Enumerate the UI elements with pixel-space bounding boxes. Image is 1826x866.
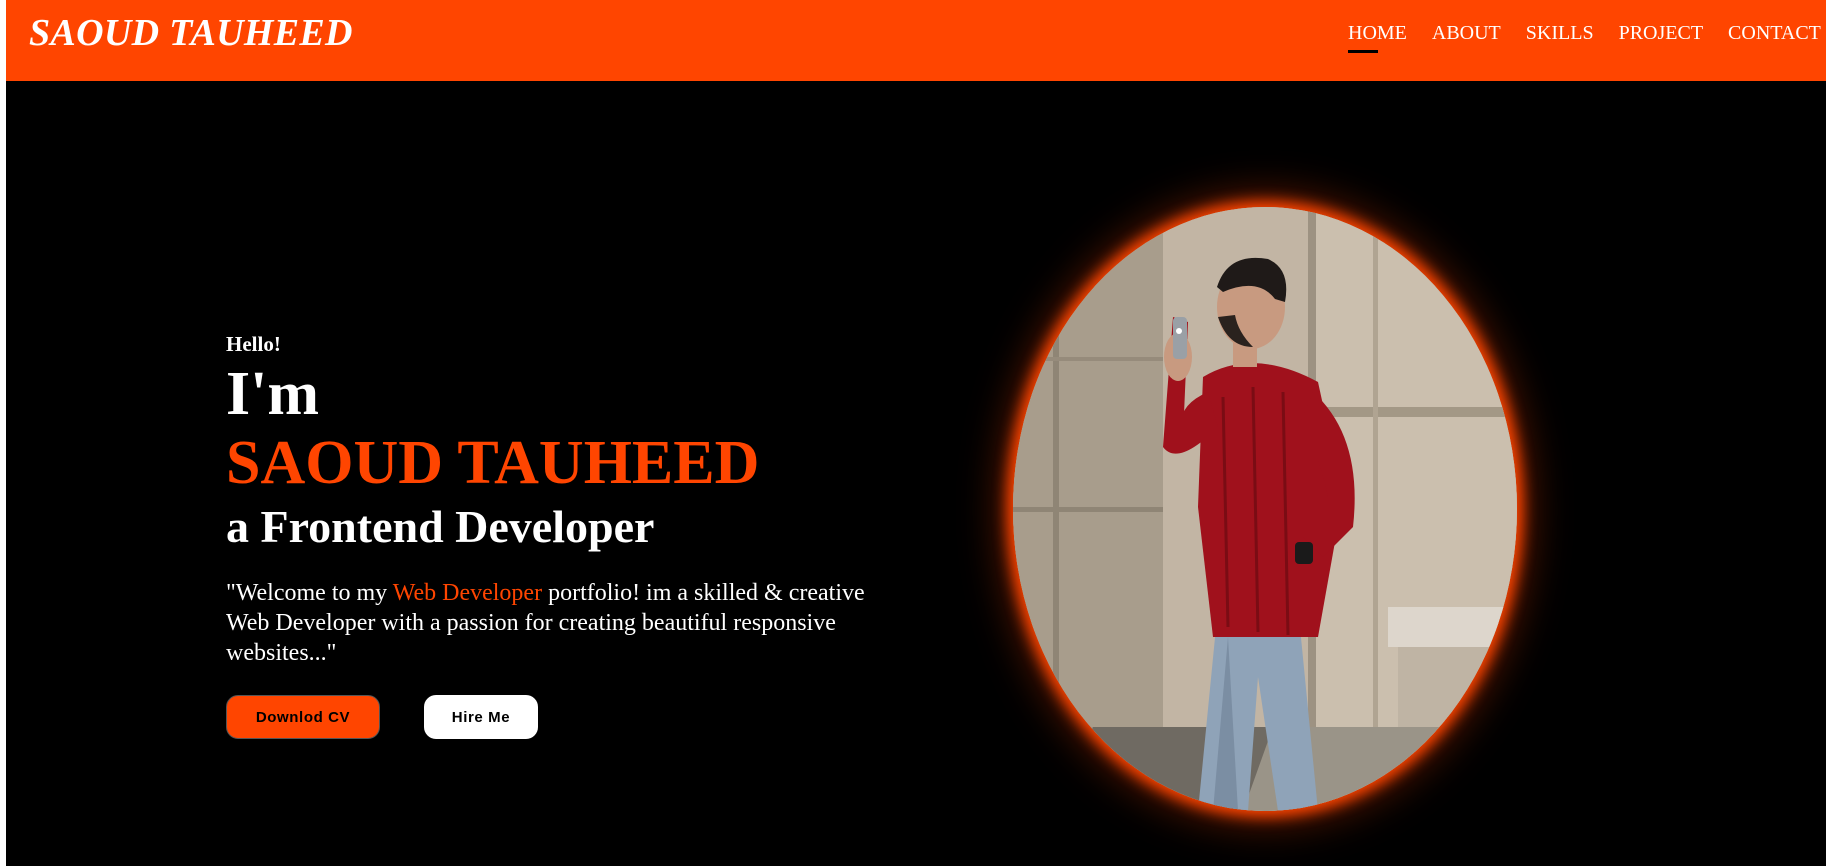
nav-about[interactable]: ABOUT [1432, 22, 1501, 49]
site-logo[interactable]: SAOUD TAUHEED [29, 11, 353, 55]
nav-contact[interactable]: CONTACT [1728, 22, 1821, 49]
hero-greeting: Hello! [226, 332, 281, 356]
nav-skills[interactable]: SKILLS [1526, 22, 1594, 49]
hire-me-button[interactable]: Hire Me [424, 695, 538, 739]
description-text-before: "Welcome to my [226, 580, 393, 606]
hero-description: "Welcome to my Web Developer portfolio! … [226, 578, 866, 668]
nav-project[interactable]: PROJECT [1619, 22, 1703, 49]
nav-home[interactable]: HOME [1348, 22, 1407, 53]
hero-buttons: Downlod CV Hire Me [226, 695, 866, 739]
navbar: SAOUD TAUHEED HOME ABOUT SKILLS PROJECT … [6, 0, 1826, 81]
download-cv-button[interactable]: Downlod CV [226, 695, 380, 739]
main-nav: HOME ABOUT SKILLS PROJECT CONTACT [1348, 22, 1821, 53]
hero-name: SAOUD TAUHEED [226, 429, 760, 497]
hero-role: a Frontend Developer [226, 501, 655, 552]
profile-photo-icon [1013, 207, 1517, 811]
description-highlight: Web Developer [392, 580, 543, 606]
page: SAOUD TAUHEED HOME ABOUT SKILLS PROJECT … [6, 0, 1826, 866]
hero-section: Hello! I'm SAOUD TAUHEED a Frontend Deve… [226, 330, 866, 739]
profile-photo [1013, 207, 1517, 811]
hero-intro: I'm [226, 360, 319, 428]
